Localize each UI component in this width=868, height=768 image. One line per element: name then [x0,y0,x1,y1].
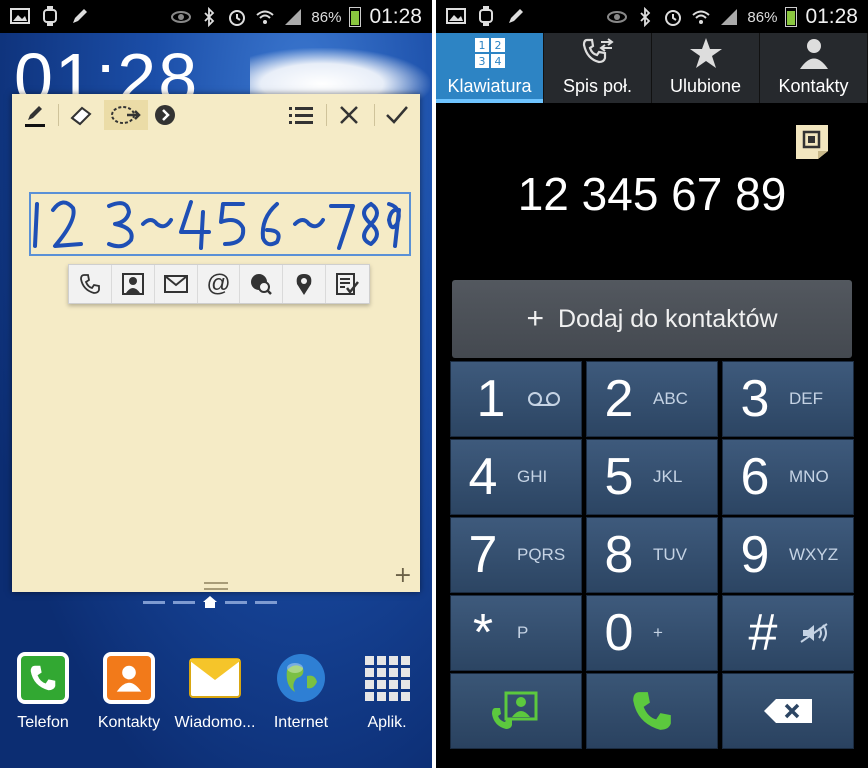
svg-text:4: 4 [494,55,501,68]
star-icon [689,38,722,68]
alarm-icon [665,10,682,26]
key-6[interactable]: 6 MNO [722,439,854,515]
plus-icon: + [526,302,544,335]
key-5[interactable]: 5 JKL [586,439,718,515]
globe-app-icon [275,652,327,704]
phone-app-icon [17,652,69,704]
dock-aplikacje[interactable]: Aplik. [344,648,430,732]
location-icon[interactable] [283,265,327,303]
key-3[interactable]: 3 DEF [722,361,854,437]
key-4[interactable]: 4 GHI [450,439,582,515]
smart-stay-eye-icon [607,11,628,23]
battery-percent: 86% [311,8,342,26]
memo-action-bar: @ [68,264,370,304]
task-icon[interactable] [326,265,369,303]
dock-telefon[interactable]: Telefon [0,648,86,732]
pen-icon [73,9,87,23]
key-star[interactable]: * P [450,595,582,671]
action-memo-icon[interactable] [794,123,830,161]
dock-wiadomosci[interactable]: Wiadomo... [172,648,258,732]
dialer-screen: 86% 01:28 1234 Klawiatura Spis poł. Ulub… [436,0,868,768]
smart-stay-eye-icon [171,11,192,23]
status-bar: 86% 01:28 [436,0,868,33]
call-log-icon [582,38,614,64]
add-memo-icon[interactable]: + [394,563,412,588]
tab-kontakty[interactable]: Kontakty [760,33,868,103]
memo-toolbar [12,94,420,136]
key-9[interactable]: 9 WXYZ [722,517,854,593]
key-2[interactable]: 2 ABC [586,361,718,437]
watch-icon [43,6,57,26]
gallery-icon [10,8,30,24]
person-icon [799,39,828,69]
more-arrow-icon[interactable] [148,100,182,130]
list-icon[interactable] [284,100,318,130]
dock-kontakty[interactable]: Kontakty [86,648,172,732]
key-8[interactable]: 8 TUV [586,517,718,593]
pen-icon[interactable] [18,100,52,130]
key-1[interactable]: 1 [450,361,582,437]
wifi-icon [692,10,711,24]
svg-text:2: 2 [494,39,501,52]
lasso-select-icon[interactable] [104,100,148,130]
home-page-icon [203,596,217,608]
email-icon[interactable] [155,265,198,303]
tab-ulubione[interactable]: Ulubione [652,33,760,103]
contacts-dial-button[interactable] [450,673,582,749]
bluetooth-icon [640,7,651,27]
at-icon[interactable]: @ [198,265,241,303]
phone-icon[interactable] [69,265,112,303]
memo-resize-handle[interactable] [204,582,228,590]
dialed-number[interactable]: 12 345 67 89 [436,167,868,221]
bluetooth-icon [204,7,215,27]
eraser-icon[interactable] [64,100,98,130]
app-dock: Telefon Kontakty Wiadomo... Internet Apl… [0,648,432,748]
signal-icon [285,9,302,25]
watch-icon [479,6,493,26]
add-to-contacts-label: Dodaj do kontaktów [557,304,778,333]
tab-spis-polaczen[interactable]: Spis poł. [544,33,652,103]
home-screen: 01:28 86% 01:28 @ + Telefon Kontakty Wia… [0,0,432,768]
contacts-app-icon [103,652,155,704]
status-time: 01:28 [805,5,858,28]
wifi-icon [256,10,275,24]
gallery-icon [446,8,466,24]
key-0[interactable]: 0 + [586,595,718,671]
alarm-icon [229,10,246,26]
contact-icon[interactable] [112,265,155,303]
key-7[interactable]: 7 PQRS [450,517,582,593]
battery-percent: 86% [747,8,778,26]
call-icon [633,692,671,730]
status-time: 01:28 [369,5,422,28]
messages-app-icon [189,652,241,704]
tab-klawiatura[interactable]: 1234 Klawiatura [436,33,544,103]
dialer-tabs: 1234 Klawiatura Spis poł. Ulubione Konta… [436,33,868,103]
page-indicator [143,596,277,608]
battery-icon [349,7,362,27]
action-memo[interactable]: 123-456-789 @ [12,94,420,592]
backspace-icon [764,699,812,723]
confirm-check-icon[interactable] [380,100,414,130]
pen-icon [509,9,523,23]
call-button[interactable] [586,673,718,749]
dock-internet[interactable]: Internet [258,648,344,732]
contacts-dial-icon [492,691,538,729]
apps-grid-icon [361,652,413,704]
battery-icon [785,7,798,27]
svg-text:1: 1 [478,39,485,52]
web-search-icon[interactable] [240,265,284,303]
status-bar: 86% 01:28 [0,0,432,33]
signal-icon [721,9,738,25]
keypad-icon: 1 23 4 [474,38,505,68]
handwriting-strokes [33,200,401,250]
voicemail-icon [528,392,560,406]
mute-icon [800,623,828,643]
close-icon[interactable] [332,100,366,130]
number-display: 12 345 67 89 [436,103,868,279]
svg-text:3: 3 [478,55,485,68]
add-to-contacts-button[interactable]: + Dodaj do kontaktów [452,280,852,358]
backspace-button[interactable] [722,673,854,749]
key-hash[interactable]: # [722,595,854,671]
handwriting-selection[interactable]: 123-456-789 [29,192,411,256]
